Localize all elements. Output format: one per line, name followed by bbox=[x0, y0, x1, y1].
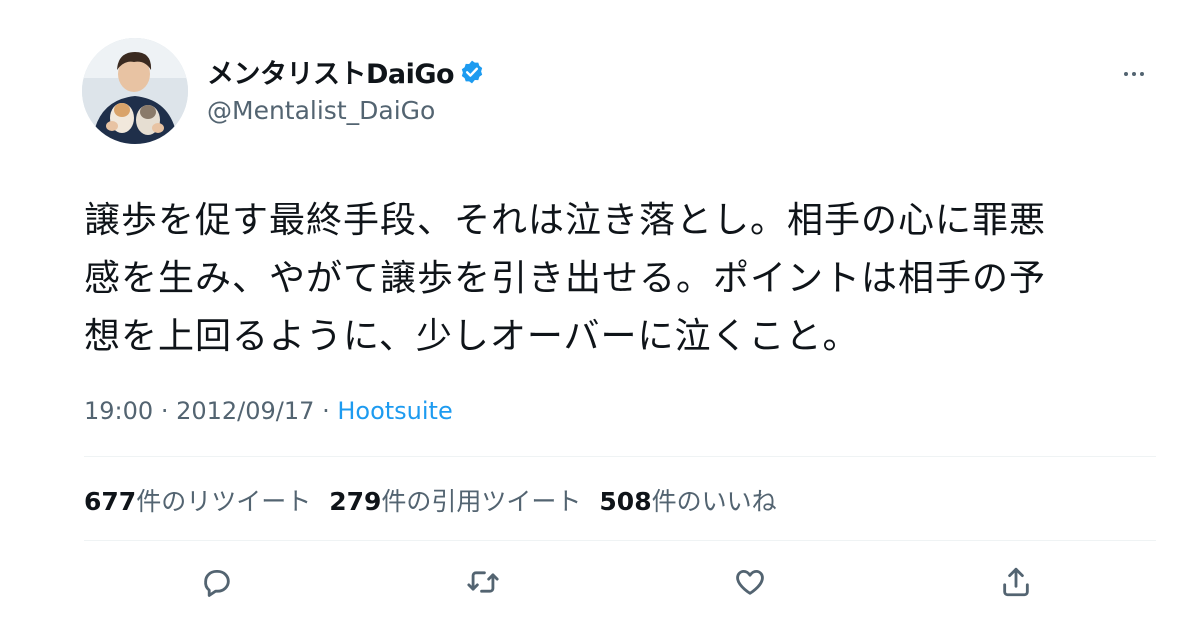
likes-count: 508 bbox=[599, 487, 652, 516]
retweets-label: 件のリツイート bbox=[136, 487, 312, 516]
share-button[interactable] bbox=[998, 564, 1034, 600]
reply-button[interactable] bbox=[199, 564, 235, 600]
avatar-photo bbox=[82, 38, 188, 144]
retweets-stat[interactable]: 677件のリツイート bbox=[84, 482, 311, 518]
tweet-text: 譲歩を促す最終手段、それは泣き落とし。相手の心に罪悪 感を生み、やがて譲歩を引き… bbox=[84, 192, 1164, 366]
action-bar bbox=[0, 558, 1200, 606]
tweet-meta: 19:00 · 2012/09/17 · Hootsuite bbox=[84, 397, 453, 425]
meta-separator: · bbox=[160, 397, 169, 425]
tweet-text-line: 感を生み、やがて譲歩を引き出せる。ポイントは相手の予 bbox=[84, 258, 1047, 299]
author-name-row[interactable]: メンタリストDaiGo bbox=[207, 52, 485, 91]
likes-label: 件のいいね bbox=[651, 487, 777, 516]
tweet-source-link[interactable]: Hootsuite bbox=[337, 397, 452, 425]
more-dots-icon[interactable] bbox=[1124, 66, 1156, 82]
tweet-text-line: 譲歩を促す最終手段、それは泣き落とし。相手の心に罪悪 bbox=[84, 200, 1047, 241]
like-button[interactable] bbox=[732, 564, 768, 600]
heart-icon bbox=[736, 569, 764, 595]
display-name[interactable]: メンタリストDaiGo bbox=[207, 52, 455, 91]
user-handle[interactable]: @Mentalist_DaiGo bbox=[207, 96, 435, 125]
quotes-count: 279 bbox=[329, 487, 382, 516]
verified-badge-icon bbox=[461, 60, 483, 83]
likes-stat[interactable]: 508件のいいね bbox=[599, 482, 776, 518]
quotes-label: 件の引用ツイート bbox=[381, 487, 582, 516]
avatar[interactable] bbox=[82, 38, 188, 144]
quotes-stat[interactable]: 279件の引用ツイート bbox=[329, 482, 581, 518]
retweet-button[interactable] bbox=[465, 564, 501, 600]
share-icon bbox=[1003, 567, 1029, 597]
tweet-time[interactable]: 19:00 bbox=[84, 397, 153, 425]
divider bbox=[84, 540, 1156, 541]
tweet-text-line: 想を上回るように、少しオーバーに泣くこと。 bbox=[84, 316, 860, 357]
reply-icon bbox=[204, 569, 230, 597]
divider bbox=[84, 456, 1156, 457]
retweets-count: 677 bbox=[84, 487, 137, 516]
engagement-stats: 677件のリツイート 279件の引用ツイート 508件のいいね bbox=[84, 482, 795, 518]
tweet-date[interactable]: 2012/09/17 bbox=[176, 397, 314, 425]
meta-separator: · bbox=[322, 397, 330, 425]
retweet-icon bbox=[467, 571, 499, 593]
